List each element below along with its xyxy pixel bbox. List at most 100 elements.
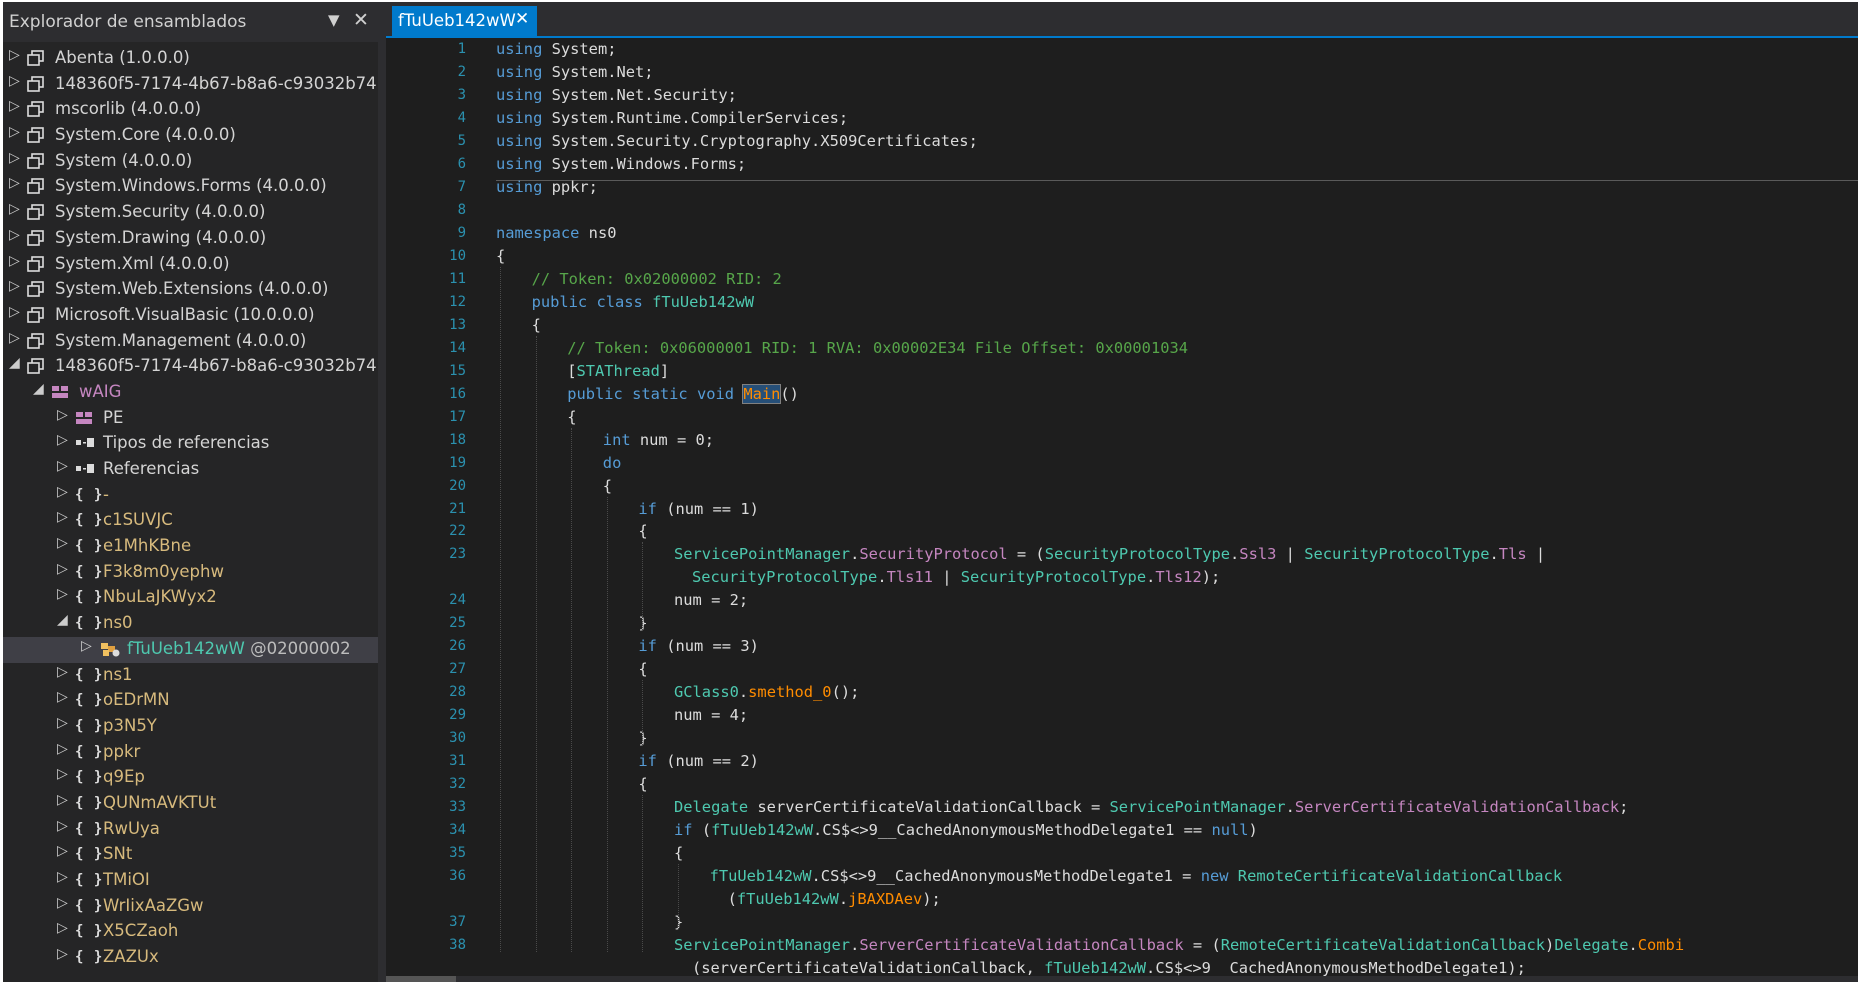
tree-item[interactable]: ▷ mscorlib (4.0.0.0) (3, 97, 378, 123)
expand-icon[interactable]: ▷ (9, 227, 20, 243)
panel-splitter[interactable] (378, 2, 386, 982)
code-token: new (1200, 867, 1229, 886)
namespace-icon: { } (75, 717, 104, 734)
expand-icon[interactable]: ▷ (9, 47, 20, 63)
tree-item[interactable]: ▷ 148360f5-7174-4b67-b8a6-c93032b74b1 (3, 72, 378, 98)
tree-item[interactable]: ▷ { } ZAZUx (3, 945, 378, 971)
tree-item[interactable]: ▷ { } p3N5Y (3, 714, 378, 740)
tree-item-label: 148360f5-7174-4b67-b8a6-c93032b74b1 (55, 356, 378, 376)
line-number: 30 (449, 730, 466, 747)
tree-item[interactable]: ◢ 148360f5-7174-4b67-b8a6-c93032b74b1 (3, 354, 378, 380)
expand-icon[interactable]: ▷ (57, 946, 68, 962)
expand-icon[interactable]: ▷ (57, 407, 68, 423)
module-icon (51, 381, 69, 403)
expand-icon[interactable]: ▷ (9, 304, 20, 320)
line-number: 11 (449, 270, 466, 287)
tree-item[interactable]: ▷ PE (3, 406, 378, 432)
expand-icon[interactable]: ▷ (57, 766, 68, 782)
tree-item[interactable]: ▷ { } RwUya (3, 817, 378, 843)
tree-item[interactable]: ▷ System.Web.Extensions (4.0.0.0) (3, 277, 378, 303)
assembly-icon (27, 124, 45, 146)
close-icon[interactable]: ✕ (353, 9, 369, 31)
code-line: { (638, 522, 647, 540)
tree-item[interactable]: ▷ System.Drawing (4.0.0.0) (3, 226, 378, 252)
collapse-icon[interactable]: ◢ (57, 612, 68, 628)
code-token: Tls (1498, 545, 1527, 564)
code-token: (serverCertificateValidationCallback, (692, 959, 1045, 978)
tree-item[interactable]: ▷ { } WrIixAaZGw (3, 894, 378, 920)
tree-item[interactable]: ◢ wAIG (3, 380, 378, 406)
tree-item[interactable]: ▷ System (4.0.0.0) (3, 149, 378, 175)
tree-item[interactable]: ▷ System.Xml (4.0.0.0) (3, 252, 378, 278)
expand-icon[interactable]: ▷ (9, 175, 20, 191)
tree-item[interactable]: ▷ { } q9Ep (3, 765, 378, 791)
expand-icon[interactable]: ▷ (57, 689, 68, 705)
expand-icon[interactable]: ▷ (57, 432, 68, 448)
code-token: | (1276, 545, 1305, 564)
tree-item[interactable]: ▷ Abenta (1.0.0.0) (3, 46, 378, 72)
expand-icon[interactable]: ▷ (57, 843, 68, 859)
expand-icon[interactable]: ▷ (57, 535, 68, 551)
line-number: 15 (449, 362, 466, 379)
tree-item[interactable]: ▷ System.Management (4.0.0.0) (3, 329, 378, 355)
expand-icon[interactable]: ▷ (9, 124, 20, 140)
collapse-icon[interactable]: ◢ (33, 381, 44, 397)
tree-item[interactable]: ▷ System.Security (4.0.0.0) (3, 200, 378, 226)
tree-item[interactable]: ▷ { } ns1 (3, 663, 378, 689)
expand-icon[interactable]: ▷ (9, 150, 20, 166)
expand-icon[interactable]: ▷ (9, 201, 20, 217)
tree-item[interactable]: ◢ { } ns0 (3, 611, 378, 637)
collapse-icon[interactable]: ◢ (9, 355, 20, 371)
scrollbar-thumb[interactable] (386, 976, 456, 982)
code-view[interactable]: 1 using System; 2 using System.Net; 3 using S… (386, 38, 1858, 978)
expand-icon[interactable]: ▷ (57, 586, 68, 602)
expand-icon[interactable]: ▷ (9, 73, 20, 89)
code-token: . (1230, 545, 1240, 564)
expand-icon[interactable]: ▷ (57, 895, 68, 911)
tree-item[interactable]: ▷ { } - (3, 483, 378, 509)
references-icon (75, 458, 95, 480)
tree-item[interactable]: ▷ { } SNt (3, 842, 378, 868)
close-icon[interactable]: ✕ (515, 9, 529, 29)
expand-icon[interactable]: ▷ (57, 509, 68, 525)
horizontal-scrollbar[interactable] (386, 976, 1858, 982)
tree-item[interactable]: ▷ Microsoft.VisualBasic (10.0.0.0) (3, 303, 378, 329)
tree-item[interactable]: ▷ Referencias (3, 457, 378, 483)
expand-icon[interactable]: ▷ (57, 458, 68, 474)
expand-icon[interactable]: ▷ (9, 98, 20, 114)
tree-item[interactable]: ▷ fTuUeb142wW @02000002 (3, 636, 378, 663)
expand-icon[interactable]: ▷ (57, 920, 68, 936)
expand-icon[interactable]: ▷ (57, 715, 68, 731)
tree-item[interactable]: ▷ { } QUNmAVKTUt (3, 791, 378, 817)
expand-icon[interactable]: ▷ (9, 330, 20, 346)
tree-item[interactable]: ▷ { } ppkr (3, 740, 378, 766)
code-token: public (567, 384, 623, 403)
line-number: 31 (449, 753, 466, 770)
expand-icon[interactable]: ▷ (57, 484, 68, 500)
namespace-icon: { } (75, 949, 104, 966)
tree-item[interactable]: ▷ System.Core (4.0.0.0) (3, 123, 378, 149)
tree-item[interactable]: ▷ { } TMiOI (3, 868, 378, 894)
tree-item[interactable]: ▷ { } F3k8m0yephw (3, 560, 378, 586)
tab-ftuueb142ww[interactable]: fTuUeb142wW ✕ (392, 6, 537, 36)
expand-icon[interactable]: ▷ (57, 869, 68, 885)
expand-icon[interactable]: ▷ (9, 253, 20, 269)
expand-icon[interactable]: ▷ (57, 818, 68, 834)
tree-item[interactable]: ▷ System.Windows.Forms (4.0.0.0) (3, 174, 378, 200)
tree-item[interactable]: ▷ Tipos de referencias (3, 431, 378, 457)
namespace-icon: { } (75, 820, 104, 837)
tree-item[interactable]: ▷ { } X5CZaoh (3, 919, 378, 945)
tree-item[interactable]: ▷ { } oEDrMN (3, 688, 378, 714)
code-token: SecurityProtocolType (1304, 545, 1490, 564)
expand-icon[interactable]: ▷ (57, 792, 68, 808)
expand-icon[interactable]: ▷ (81, 638, 92, 654)
expand-icon[interactable]: ▷ (57, 561, 68, 577)
expand-icon[interactable]: ▷ (57, 741, 68, 757)
tree-item[interactable]: ▷ { } e1MhKBne (3, 534, 378, 560)
expand-icon[interactable]: ▷ (9, 278, 20, 294)
dropdown-icon[interactable]: ▼ (328, 11, 340, 29)
expand-icon[interactable]: ▷ (57, 664, 68, 680)
tree-item[interactable]: ▷ { } NbuLaJKWyx2 (3, 585, 378, 611)
tree-item[interactable]: ▷ { } c1SUVJC (3, 508, 378, 534)
